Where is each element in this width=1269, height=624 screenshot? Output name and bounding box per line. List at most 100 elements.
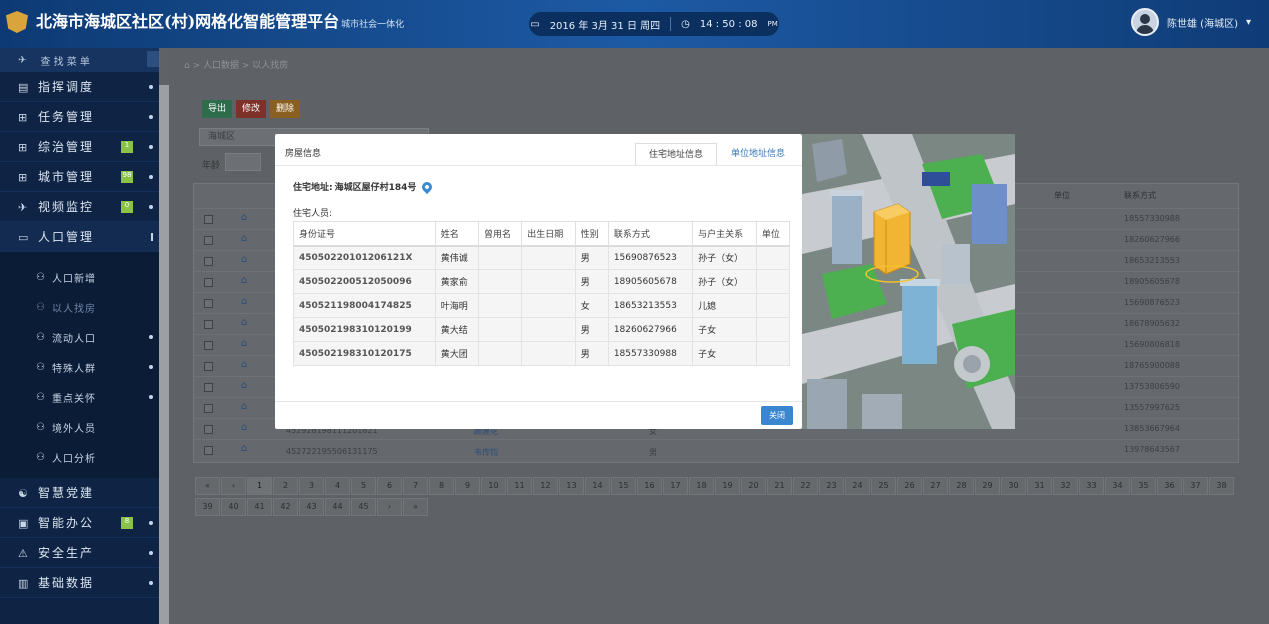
page-link[interactable]: 30 xyxy=(1001,477,1026,495)
page-link[interactable]: 8 xyxy=(429,477,454,495)
page-link[interactable]: 35 xyxy=(1131,477,1156,495)
page-link[interactable]: 43 xyxy=(299,498,324,516)
sidebar-item-population[interactable]: ▭ 人口管理 xyxy=(0,222,159,252)
home-icon[interactable]: ⌂ xyxy=(241,296,247,307)
page-link[interactable]: 26 xyxy=(897,477,922,495)
home-icon[interactable]: ⌂ xyxy=(241,380,247,391)
sidebar-item-safety[interactable]: ⚠ 安全生产 xyxy=(0,538,159,568)
page-link[interactable]: 39 xyxy=(195,498,220,516)
home-icon[interactable]: ⌂ xyxy=(184,61,190,71)
home-icon[interactable]: ⌂ xyxy=(241,275,247,286)
row-checkbox[interactable] xyxy=(204,446,213,455)
sidebar-item-party[interactable]: ☯ 智慧党建 xyxy=(0,478,159,508)
row-checkbox[interactable] xyxy=(204,425,213,434)
page-link[interactable]: 11 xyxy=(507,477,532,495)
home-icon[interactable]: ⌂ xyxy=(241,401,247,412)
page-link[interactable]: 34 xyxy=(1105,477,1130,495)
page-link[interactable]: 29 xyxy=(975,477,1000,495)
page-link[interactable]: 28 xyxy=(949,477,974,495)
row-checkbox[interactable] xyxy=(204,257,213,266)
tab-work-address[interactable]: 单位地址信息 xyxy=(717,143,799,166)
home-icon[interactable]: ⌂ xyxy=(241,212,247,223)
row-checkbox[interactable] xyxy=(204,236,213,245)
bg-row-name[interactable]: 韦传钧 xyxy=(474,447,498,458)
page-link[interactable]: › xyxy=(377,498,402,516)
page-link[interactable]: 7 xyxy=(403,477,428,495)
map-pin-icon[interactable] xyxy=(420,179,435,194)
page-link[interactable]: » xyxy=(403,498,428,516)
page-link[interactable]: 44 xyxy=(325,498,350,516)
page-link[interactable]: 42 xyxy=(273,498,298,516)
user-menu[interactable]: 陈世雄 (海城区) ▾ xyxy=(1130,8,1251,36)
sidebar-item-task[interactable]: ⊞ 任务管理 xyxy=(0,102,159,132)
row-checkbox[interactable] xyxy=(204,320,213,329)
edit-button[interactable]: 修改 xyxy=(236,100,266,118)
page-link[interactable]: ‹ xyxy=(221,477,246,495)
home-icon[interactable]: ⌂ xyxy=(241,233,247,244)
sidebar-item-office[interactable]: ▣ 智能办公 8 xyxy=(0,508,159,538)
sidebar-subitem-foreign[interactable]: ⚇ 境外人员 xyxy=(0,412,159,442)
page-link[interactable]: « xyxy=(195,477,220,495)
page-link[interactable]: 14 xyxy=(585,477,610,495)
page-link[interactable]: 21 xyxy=(767,477,792,495)
menu-toggle-button[interactable] xyxy=(147,51,159,67)
page-link[interactable]: 5 xyxy=(351,477,376,495)
home-icon[interactable]: ⌂ xyxy=(241,359,247,370)
row-checkbox[interactable] xyxy=(204,341,213,350)
sidebar-scrollbar[interactable] xyxy=(159,85,169,624)
delete-button[interactable]: 删除 xyxy=(270,100,300,118)
row-checkbox[interactable] xyxy=(204,278,213,287)
page-link[interactable]: 10 xyxy=(481,477,506,495)
sidebar-subitem-analysis[interactable]: ⚇ 人口分析 xyxy=(0,442,159,472)
page-link[interactable]: 25 xyxy=(871,477,896,495)
page-link[interactable]: 23 xyxy=(819,477,844,495)
page-link[interactable]: 32 xyxy=(1053,477,1078,495)
page-link[interactable]: 20 xyxy=(741,477,766,495)
sidebar-item-governance[interactable]: ⊞ 综治管理 1 xyxy=(0,132,159,162)
page-link[interactable]: 6 xyxy=(377,477,402,495)
page-link[interactable]: 36 xyxy=(1157,477,1182,495)
sidebar-item-video[interactable]: ✈ 视频监控 0 xyxy=(0,192,159,222)
home-icon[interactable]: ⌂ xyxy=(241,254,247,265)
sidebar-subitem-new[interactable]: ⚇ 人口新增 xyxy=(0,262,159,292)
page-link[interactable]: 27 xyxy=(923,477,948,495)
sidebar-subitem-care[interactable]: ⚇ 重点关怀 xyxy=(0,382,159,412)
home-icon[interactable]: ⌂ xyxy=(241,317,247,328)
page-link[interactable]: 40 xyxy=(221,498,246,516)
sidebar-item-city[interactable]: ⊞ 城市管理 98 xyxy=(0,162,159,192)
home-icon[interactable]: ⌂ xyxy=(241,338,247,349)
page-link[interactable]: 22 xyxy=(793,477,818,495)
row-checkbox[interactable] xyxy=(204,215,213,224)
page-link[interactable]: 17 xyxy=(663,477,688,495)
page-link[interactable]: 38 xyxy=(1209,477,1234,495)
page-link[interactable]: 31 xyxy=(1027,477,1052,495)
menu-search[interactable]: ✈ 查 找 菜 单 xyxy=(0,48,159,72)
page-link[interactable]: 4 xyxy=(325,477,350,495)
page-link[interactable]: 41 xyxy=(247,498,272,516)
sidebar-subitem-special[interactable]: ⚇ 特殊人群 xyxy=(0,352,159,382)
row-checkbox[interactable] xyxy=(204,362,213,371)
home-icon[interactable]: ⌂ xyxy=(241,443,247,454)
page-link[interactable]: 12 xyxy=(533,477,558,495)
page-link[interactable]: 9 xyxy=(455,477,480,495)
age-input[interactable] xyxy=(225,153,261,171)
page-link[interactable]: 3 xyxy=(299,477,324,495)
row-checkbox[interactable] xyxy=(204,299,213,308)
page-link[interactable]: 1 xyxy=(247,477,272,495)
page-link[interactable]: 33 xyxy=(1079,477,1104,495)
page-link[interactable]: 24 xyxy=(845,477,870,495)
home-icon[interactable]: ⌂ xyxy=(241,422,247,433)
page-link[interactable]: 13 xyxy=(559,477,584,495)
page-link[interactable]: 19 xyxy=(715,477,740,495)
page-link[interactable]: 16 xyxy=(637,477,662,495)
export-button[interactable]: 导出 xyxy=(202,100,232,118)
page-link[interactable]: 15 xyxy=(611,477,636,495)
close-button[interactable]: 关闭 xyxy=(761,406,793,425)
tab-home-address[interactable]: 住宅地址信息 xyxy=(635,143,717,166)
sidebar-subitem-find-house[interactable]: ⚇ 以人找房 xyxy=(0,292,159,322)
page-link[interactable]: 45 xyxy=(351,498,376,516)
row-checkbox[interactable] xyxy=(204,404,213,413)
sidebar-item-command[interactable]: ▤ 指挥调度 xyxy=(0,72,159,102)
row-checkbox[interactable] xyxy=(204,383,213,392)
page-link[interactable]: 2 xyxy=(273,477,298,495)
